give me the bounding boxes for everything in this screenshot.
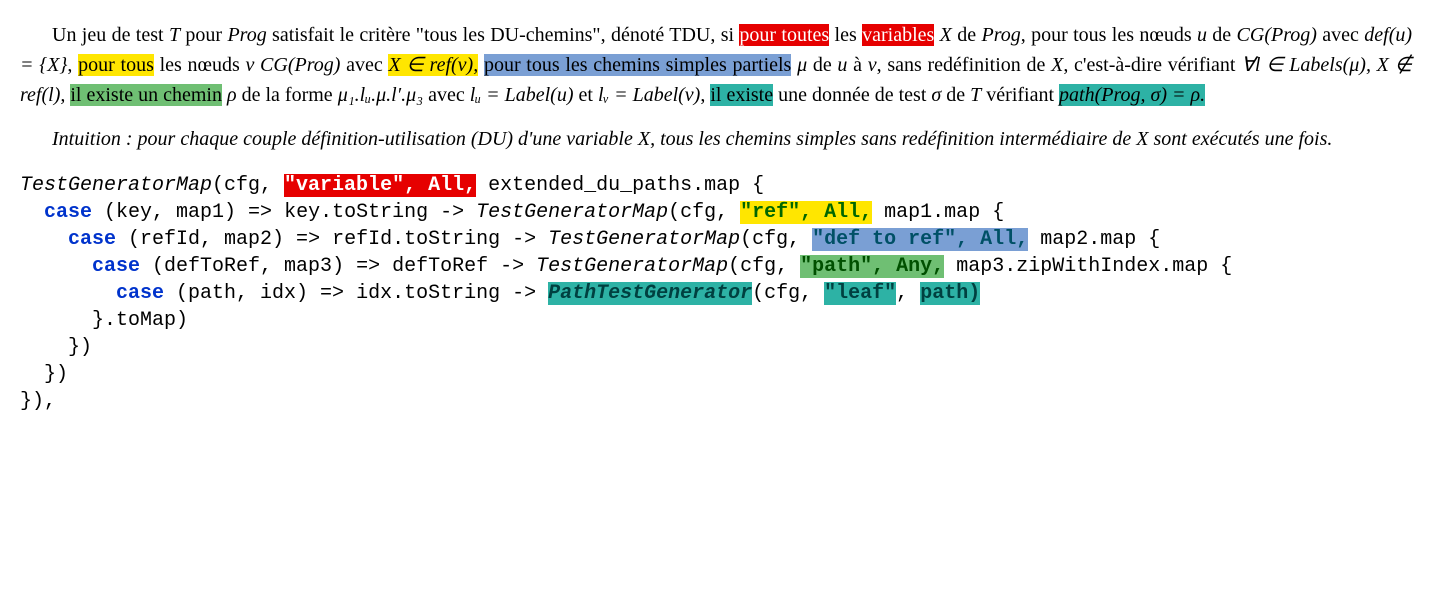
code-text	[20, 255, 92, 278]
code-text: )	[968, 282, 980, 305]
code-text	[20, 201, 44, 224]
math-T2: T	[970, 84, 981, 106]
code-block: TestGeneratorMap(cfg, "variable", All, e…	[20, 172, 1412, 415]
math-sigma: σ	[931, 84, 941, 106]
code-text: (path, idx) => idx.toString ->	[164, 282, 548, 305]
math-u2: u	[837, 54, 847, 76]
code-text: extended_du_paths.map {	[476, 174, 764, 197]
text: de	[807, 54, 837, 76]
text: , pour tous les nœuds	[1021, 24, 1197, 46]
code-text	[20, 282, 116, 305]
prog: Prog	[227, 24, 266, 46]
text: les	[829, 24, 862, 46]
code-text: (cfg,	[728, 255, 800, 278]
code-text: (refId, map2) => refId.toString ->	[116, 228, 548, 251]
code-text: (defToRef, map3) => defToRef ->	[140, 255, 536, 278]
code-text: map1.map {	[872, 201, 1004, 224]
code-text: }),	[20, 390, 56, 413]
hl-path-eq: path(Prog, σ) = ρ.	[1059, 84, 1205, 106]
math-X2: X	[1051, 54, 1063, 76]
text: vérifiant	[981, 84, 1059, 106]
hl-il-existe: il existe	[710, 84, 773, 106]
math-cgprog: CG(Prog)	[1237, 24, 1317, 46]
math-form: μ₁.lᵤ.μ.l′.μ₃	[338, 84, 423, 106]
text: et	[574, 84, 598, 106]
code-text: (cfg,	[752, 282, 824, 305]
kw-case: case	[68, 228, 116, 251]
code-text: ,	[896, 282, 920, 305]
code-text: (cfg,	[212, 174, 284, 197]
text: avec	[340, 54, 388, 76]
math-lv: lᵥ = Label(v)	[598, 84, 700, 106]
hl-chemins-simples: pour tous les chemins simples partiels	[484, 54, 791, 76]
hl-variables: variables	[862, 24, 934, 46]
code-hl-path-arg: path	[920, 282, 968, 305]
definition-paragraph: Un jeu de test T pour Prog satisfait le …	[20, 20, 1412, 110]
math-u: u	[1197, 24, 1207, 46]
fn-tgm: TestGeneratorMap	[536, 255, 728, 278]
intuition-paragraph: Intuition : pour chaque couple définitio…	[20, 124, 1412, 154]
code-hl-pathtestgen: PathTestGenerator	[548, 282, 752, 305]
code-text: (cfg,	[668, 201, 740, 224]
code-text	[20, 228, 68, 251]
math-T: T	[169, 24, 180, 46]
text: ,	[700, 84, 710, 106]
kw-case: case	[116, 282, 164, 305]
fn-tgm: TestGeneratorMap	[20, 174, 212, 197]
math-cgprog2: CG(Prog)	[260, 54, 340, 76]
text: les nœuds	[154, 54, 246, 76]
code-text: map3.zipWithIndex.map {	[944, 255, 1232, 278]
math-lu: lᵤ = Label(u)	[470, 84, 574, 106]
fn-tgm: TestGeneratorMap	[548, 228, 740, 251]
text: de	[1207, 24, 1237, 46]
text: à	[847, 54, 867, 76]
code-text: (cfg,	[740, 228, 812, 251]
math-v2: v	[868, 54, 877, 76]
code-text: map2.map {	[1028, 228, 1160, 251]
code-hl-ref: "ref", All,	[740, 201, 872, 224]
text: , c'est-à-dire vérifiant	[1063, 54, 1241, 76]
math-mu: μ	[797, 54, 807, 76]
hl-existe-chemin: il existe un chemin	[70, 84, 222, 106]
text: pour	[180, 24, 227, 46]
code-text: })	[20, 363, 68, 386]
math-rho: ρ	[227, 84, 237, 106]
kw-case: case	[44, 201, 92, 224]
text: de	[952, 24, 982, 46]
kw-case: case	[92, 255, 140, 278]
text: , sans redéfinition de	[877, 54, 1051, 76]
hl-pour-tous: pour tous	[78, 54, 154, 76]
text: une donnée de test	[773, 84, 931, 106]
code-hl-path: "path", Any,	[800, 255, 944, 278]
math-v: v	[245, 54, 254, 76]
prog: Prog	[981, 24, 1020, 46]
hl-x-ref-v: X ∈ ref(v),	[388, 54, 478, 76]
math-X: X	[940, 24, 952, 46]
text: de	[941, 84, 970, 106]
text: de la forme	[237, 84, 338, 106]
fn-tgm: TestGeneratorMap	[476, 201, 668, 224]
text: avec	[1317, 24, 1364, 46]
text: avec	[423, 84, 470, 106]
code-text: (key, map1) => key.toString ->	[92, 201, 476, 224]
code-hl-variable: "variable", All,	[284, 174, 476, 197]
text: Un jeu de test	[52, 24, 169, 46]
code-text: })	[20, 336, 92, 359]
code-text: }.toMap)	[20, 309, 188, 332]
hl-pour-toutes: pour toutes	[739, 24, 829, 46]
code-hl-def-to-ref: "def to ref", All,	[812, 228, 1028, 251]
text: satisfait le critère "tous les DU-chemin…	[267, 24, 740, 46]
text: ,	[67, 54, 78, 76]
code-hl-leaf: "leaf"	[824, 282, 896, 305]
